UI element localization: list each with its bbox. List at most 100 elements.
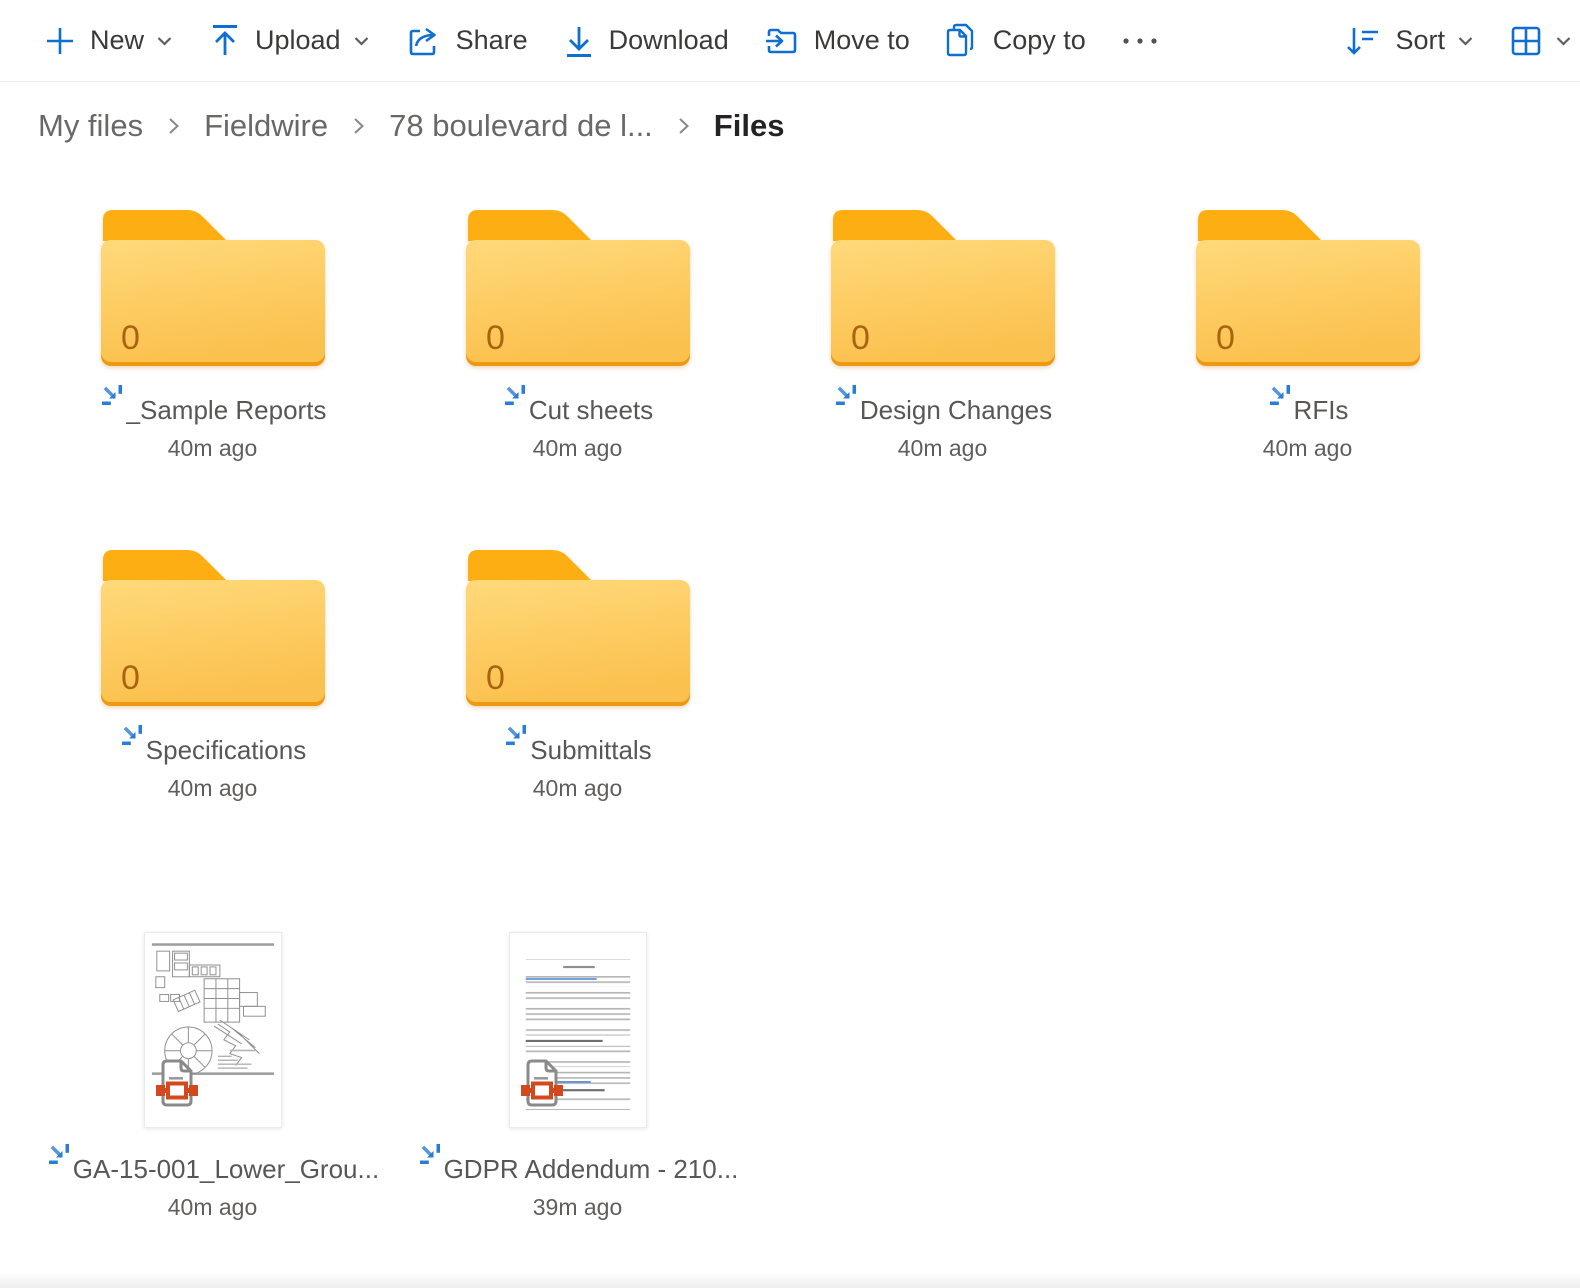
modified-time: 39m ago <box>532 1194 623 1220</box>
move-to-button-label: Move to <box>813 25 910 55</box>
folder-tile[interactable]: 0 Design Changes 40m ago <box>760 208 1125 462</box>
file-grid-row: GA-15-001_Lower_Grou... 40m ago GDPR Add… <box>0 932 1580 1221</box>
file-name-row: GA-15-001_Lower_Grou... <box>46 1143 380 1185</box>
folder-tile[interactable]: 0 Submittals 40m ago <box>395 548 760 802</box>
file-tile[interactable]: GDPR Addendum - 210... 39m ago <box>395 932 760 1221</box>
more-icon <box>1120 36 1160 46</box>
folder-icon: 0 <box>464 208 692 373</box>
folder-name: _Sample Reports <box>125 395 327 425</box>
folder-item-count: 0 <box>851 319 870 357</box>
folder-item-count: 0 <box>1216 319 1235 357</box>
new-button[interactable]: New <box>26 13 191 69</box>
new-item-glint-icon <box>417 1141 443 1172</box>
toolbar-left-group: New Upload Share Download Move to Copy t… <box>26 13 1177 69</box>
move-to-icon <box>763 24 801 58</box>
breadcrumb-current-files: Files <box>713 108 785 143</box>
folder-name: Submittals <box>530 735 652 765</box>
sort-button[interactable]: Sort <box>1327 13 1492 69</box>
folder-name-row: Design Changes <box>833 384 1053 426</box>
move-to-button[interactable]: Move to <box>746 13 927 69</box>
modified-time: 40m ago <box>1262 435 1353 461</box>
modified-time: 40m ago <box>532 435 623 461</box>
chevron-right-icon <box>351 114 366 138</box>
toolbar-right-group: Sort <box>1327 13 1580 69</box>
folder-grid-row-2: 0 Specifications 40m ago 0 Submittals 40… <box>0 548 1580 802</box>
modified-time: 40m ago <box>167 775 258 801</box>
download-icon <box>562 23 596 59</box>
folder-icon: 0 <box>464 548 692 713</box>
chevron-down-icon <box>155 31 174 50</box>
share-icon <box>405 22 443 60</box>
folder-item-count: 0 <box>121 659 140 697</box>
file-name-row: GDPR Addendum - 210... <box>417 1143 739 1185</box>
share-button[interactable]: Share <box>388 13 545 69</box>
upload-button[interactable]: Upload <box>191 13 388 69</box>
breadcrumb-my-files[interactable]: My files <box>38 108 143 144</box>
new-item-glint-icon <box>119 722 145 753</box>
folder-icon: 0 <box>99 548 327 713</box>
folder-name: RFIs <box>1293 395 1349 425</box>
new-item-glint-icon <box>502 382 528 413</box>
download-button-label: Download <box>608 25 729 55</box>
folder-name: Design Changes <box>859 395 1053 425</box>
chevron-down-icon <box>1554 31 1573 50</box>
folder-tile[interactable]: 0 Cut sheets 40m ago <box>395 208 760 462</box>
chevron-right-icon <box>166 114 181 138</box>
folder-item-count: 0 <box>121 319 140 357</box>
folder-icon: 0 <box>99 208 327 373</box>
file-name: GDPR Addendum - 210... <box>443 1154 739 1184</box>
breadcrumb-project[interactable]: 78 boulevard de l... <box>389 108 653 144</box>
pdf-file-type-icon <box>519 1058 565 1115</box>
chevron-right-icon <box>676 114 691 138</box>
new-item-glint-icon <box>503 722 529 753</box>
folder-item-count: 0 <box>486 319 505 357</box>
folder-tile[interactable]: 0 _Sample Reports 40m ago <box>30 208 395 462</box>
breadcrumb-fieldwire[interactable]: Fieldwire <box>204 108 328 144</box>
folder-grid-row-1: 0 _Sample Reports 40m ago 0 Cut sheets 4… <box>0 208 1580 462</box>
upload-button-label: Upload <box>255 25 341 55</box>
file-name: GA-15-001_Lower_Grou... <box>72 1154 380 1184</box>
more-commands-button[interactable] <box>1103 13 1177 69</box>
chevron-down-icon <box>1456 31 1475 50</box>
folder-name-row: _Sample Reports <box>99 384 327 426</box>
folder-tile[interactable]: 0 RFIs 40m ago <box>1125 208 1490 462</box>
upload-icon <box>208 23 242 59</box>
new-button-label: New <box>90 25 145 55</box>
chevron-down-icon <box>352 31 371 50</box>
folder-tile[interactable]: 0 Specifications 40m ago <box>30 548 395 802</box>
copy-to-button[interactable]: Copy to <box>927 13 1103 69</box>
folder-name-row: Specifications <box>119 724 307 766</box>
modified-time: 40m ago <box>167 435 258 461</box>
pdf-file-type-icon <box>154 1058 200 1115</box>
folder-icon: 0 <box>829 208 1057 373</box>
modified-time: 40m ago <box>532 775 623 801</box>
file-tile[interactable]: GA-15-001_Lower_Grou... 40m ago <box>30 932 395 1221</box>
bottom-edge-fade <box>0 1272 1580 1288</box>
new-item-glint-icon <box>46 1141 72 1172</box>
copy-to-button-label: Copy to <box>992 25 1086 55</box>
folder-icon: 0 <box>1194 208 1422 373</box>
modified-time: 40m ago <box>897 435 988 461</box>
plus-icon <box>43 24 77 58</box>
share-button-label: Share <box>455 25 528 55</box>
download-button[interactable]: Download <box>545 13 746 69</box>
copy-to-icon <box>944 22 980 60</box>
breadcrumb: My files Fieldwire 78 boulevard de l... … <box>0 82 1580 144</box>
view-options-button[interactable] <box>1492 13 1580 69</box>
sort-button-label: Sort <box>1395 25 1445 55</box>
file-thumbnail-card <box>143 932 282 1128</box>
sort-icon <box>1344 23 1382 59</box>
folder-name-row: Submittals <box>503 724 652 766</box>
folder-name-row: Cut sheets <box>502 384 654 426</box>
folder-name: Specifications <box>145 735 307 765</box>
toolbar: New Upload Share Download Move to Copy t… <box>0 0 1580 82</box>
new-item-glint-icon <box>1267 382 1293 413</box>
new-item-glint-icon <box>99 382 125 413</box>
folder-name: Cut sheets <box>528 395 654 425</box>
file-thumbnail-card <box>508 932 647 1128</box>
folder-name-row: RFIs <box>1267 384 1349 426</box>
folder-item-count: 0 <box>486 659 505 697</box>
grid-view-icon <box>1509 24 1543 58</box>
new-item-glint-icon <box>833 382 859 413</box>
modified-time: 40m ago <box>167 1194 258 1220</box>
